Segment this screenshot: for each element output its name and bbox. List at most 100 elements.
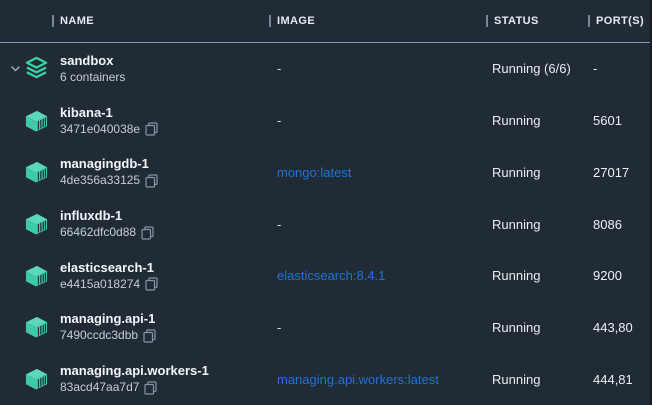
container-subrow: 83acd47aa7d7: [60, 380, 209, 395]
ports-cell: -: [587, 61, 652, 76]
status-text: Running: [492, 372, 540, 387]
name-cell: managing.api-1 7490ccdc3dbb: [0, 311, 268, 343]
ports-cell: 8086: [587, 217, 652, 232]
ports-text: 443,80: [593, 320, 633, 335]
image-cell: -: [268, 217, 485, 232]
ports-text: 27017: [593, 165, 629, 180]
status-cell: Running (6/6): [485, 61, 587, 76]
name-cell: sandbox 6 containers: [0, 53, 268, 85]
column-header-image[interactable]: IMAGE: [277, 15, 315, 27]
status-cell: Running: [485, 217, 587, 232]
container-id: 83acd47aa7d7: [60, 380, 139, 395]
copy-icon[interactable]: [143, 329, 156, 343]
name-block: kibana-1 3471e040038e: [60, 105, 158, 137]
status-text: Running (6/6): [492, 61, 571, 76]
column-divider: [269, 15, 271, 27]
container-id: 6 containers: [60, 70, 125, 85]
table-row[interactable]: managing.api-1 7490ccdc3dbb - Running 4: [0, 302, 652, 354]
container-subrow: 4de356a33125: [60, 173, 158, 188]
container-id: 4de356a33125: [60, 173, 140, 188]
container-icon: [23, 159, 50, 186]
copy-icon[interactable]: [145, 122, 158, 136]
ports-text: 9200: [593, 268, 622, 283]
image-cell: managing.api.workers:latest: [268, 372, 485, 387]
ports-text: 8086: [593, 217, 622, 232]
image-cell: mongo:latest: [268, 165, 485, 180]
table-row[interactable]: kibana-1 3471e040038e - Running 5601: [0, 95, 652, 147]
image-link[interactable]: managing.api.workers:latest: [277, 372, 439, 387]
ports-cell: 9200: [587, 268, 652, 283]
table-header: NAME IMAGE STATUS PORT(S): [0, 0, 652, 43]
status-text: Running: [492, 165, 540, 180]
image-text: -: [277, 113, 281, 128]
status-cell: Running: [485, 113, 587, 128]
table-row[interactable]: elasticsearch-1 e4415a018274 elasticsear…: [0, 250, 652, 302]
container-id: e4415a018274: [60, 277, 140, 292]
name-block: influxdb-1 66462dfc0d88: [60, 208, 154, 240]
container-name: elasticsearch-1: [60, 260, 158, 276]
image-cell: -: [268, 61, 485, 76]
image-text: -: [277, 320, 281, 335]
container-icon: [23, 211, 50, 238]
column-header-name[interactable]: NAME: [60, 15, 94, 27]
name-block: managing.api-1 7490ccdc3dbb: [60, 311, 156, 343]
table-body: sandbox 6 containers - Running (6/6) -: [0, 43, 652, 405]
ports-cell: 27017: [587, 165, 652, 180]
ports-cell: 443,80: [587, 320, 652, 335]
container-name: influxdb-1: [60, 208, 154, 224]
table-row[interactable]: managingdb-1 4de356a33125 mongo:latest R…: [0, 146, 652, 198]
ports-text: -: [593, 61, 597, 76]
name-block: elasticsearch-1 e4415a018274: [60, 260, 158, 292]
image-link[interactable]: elasticsearch:8.4.1: [277, 268, 385, 283]
column-header-image-wrap: IMAGE: [268, 0, 485, 42]
status-cell: Running: [485, 268, 587, 283]
column-header-status[interactable]: STATUS: [494, 15, 539, 27]
copy-icon[interactable]: [141, 226, 154, 240]
status-cell: Running: [485, 165, 587, 180]
name-block: managingdb-1 4de356a33125: [60, 156, 158, 188]
image-cell: -: [268, 113, 485, 128]
container-name: managingdb-1: [60, 156, 158, 172]
table-row[interactable]: sandbox 6 containers - Running (6/6) -: [0, 43, 652, 95]
name-cell: influxdb-1 66462dfc0d88: [0, 208, 268, 240]
name-block: managing.api.workers-1 83acd47aa7d7: [60, 363, 209, 395]
copy-icon[interactable]: [145, 277, 158, 291]
status-text: Running: [492, 217, 540, 232]
name-cell: kibana-1 3471e040038e: [0, 105, 268, 137]
container-icon: [23, 107, 50, 134]
container-subrow: 6 containers: [60, 70, 125, 85]
container-id: 7490ccdc3dbb: [60, 328, 138, 343]
ports-cell: 444,81: [587, 372, 652, 387]
container-subrow: e4415a018274: [60, 277, 158, 292]
copy-icon[interactable]: [144, 381, 157, 395]
table-row[interactable]: influxdb-1 66462dfc0d88 - Running 8086: [0, 198, 652, 250]
name-block: sandbox 6 containers: [60, 53, 125, 85]
container-subrow: 7490ccdc3dbb: [60, 328, 156, 343]
column-header-ports-wrap: PORT(S): [587, 0, 652, 42]
status-text: Running: [492, 320, 540, 335]
ports-text: 444,81: [593, 372, 633, 387]
name-cell: elasticsearch-1 e4415a018274: [0, 260, 268, 292]
column-header-ports[interactable]: PORT(S): [596, 15, 644, 27]
container-name: managing.api.workers-1: [60, 363, 209, 379]
table-row[interactable]: managing.api.workers-1 83acd47aa7d7 mana…: [0, 353, 652, 405]
compose-stack-icon: [23, 55, 50, 82]
container-id: 66462dfc0d88: [60, 225, 136, 240]
container-subrow: 3471e040038e: [60, 122, 158, 137]
container-icon: [23, 314, 50, 341]
container-name: managing.api-1: [60, 311, 156, 327]
image-text: -: [277, 61, 281, 76]
image-cell: -: [268, 320, 485, 335]
column-header-name-wrap: NAME: [0, 0, 268, 42]
container-icon: [23, 262, 50, 289]
name-cell: managingdb-1 4de356a33125: [0, 156, 268, 188]
column-header-status-wrap: STATUS: [485, 0, 587, 42]
chevron-down-icon[interactable]: [7, 61, 23, 77]
container-name: kibana-1: [60, 105, 158, 121]
copy-icon[interactable]: [145, 174, 158, 188]
column-divider: [588, 15, 590, 27]
ports-cell: 5601: [587, 113, 652, 128]
status-text: Running: [492, 113, 540, 128]
image-link[interactable]: mongo:latest: [277, 165, 351, 180]
column-divider: [52, 15, 54, 27]
